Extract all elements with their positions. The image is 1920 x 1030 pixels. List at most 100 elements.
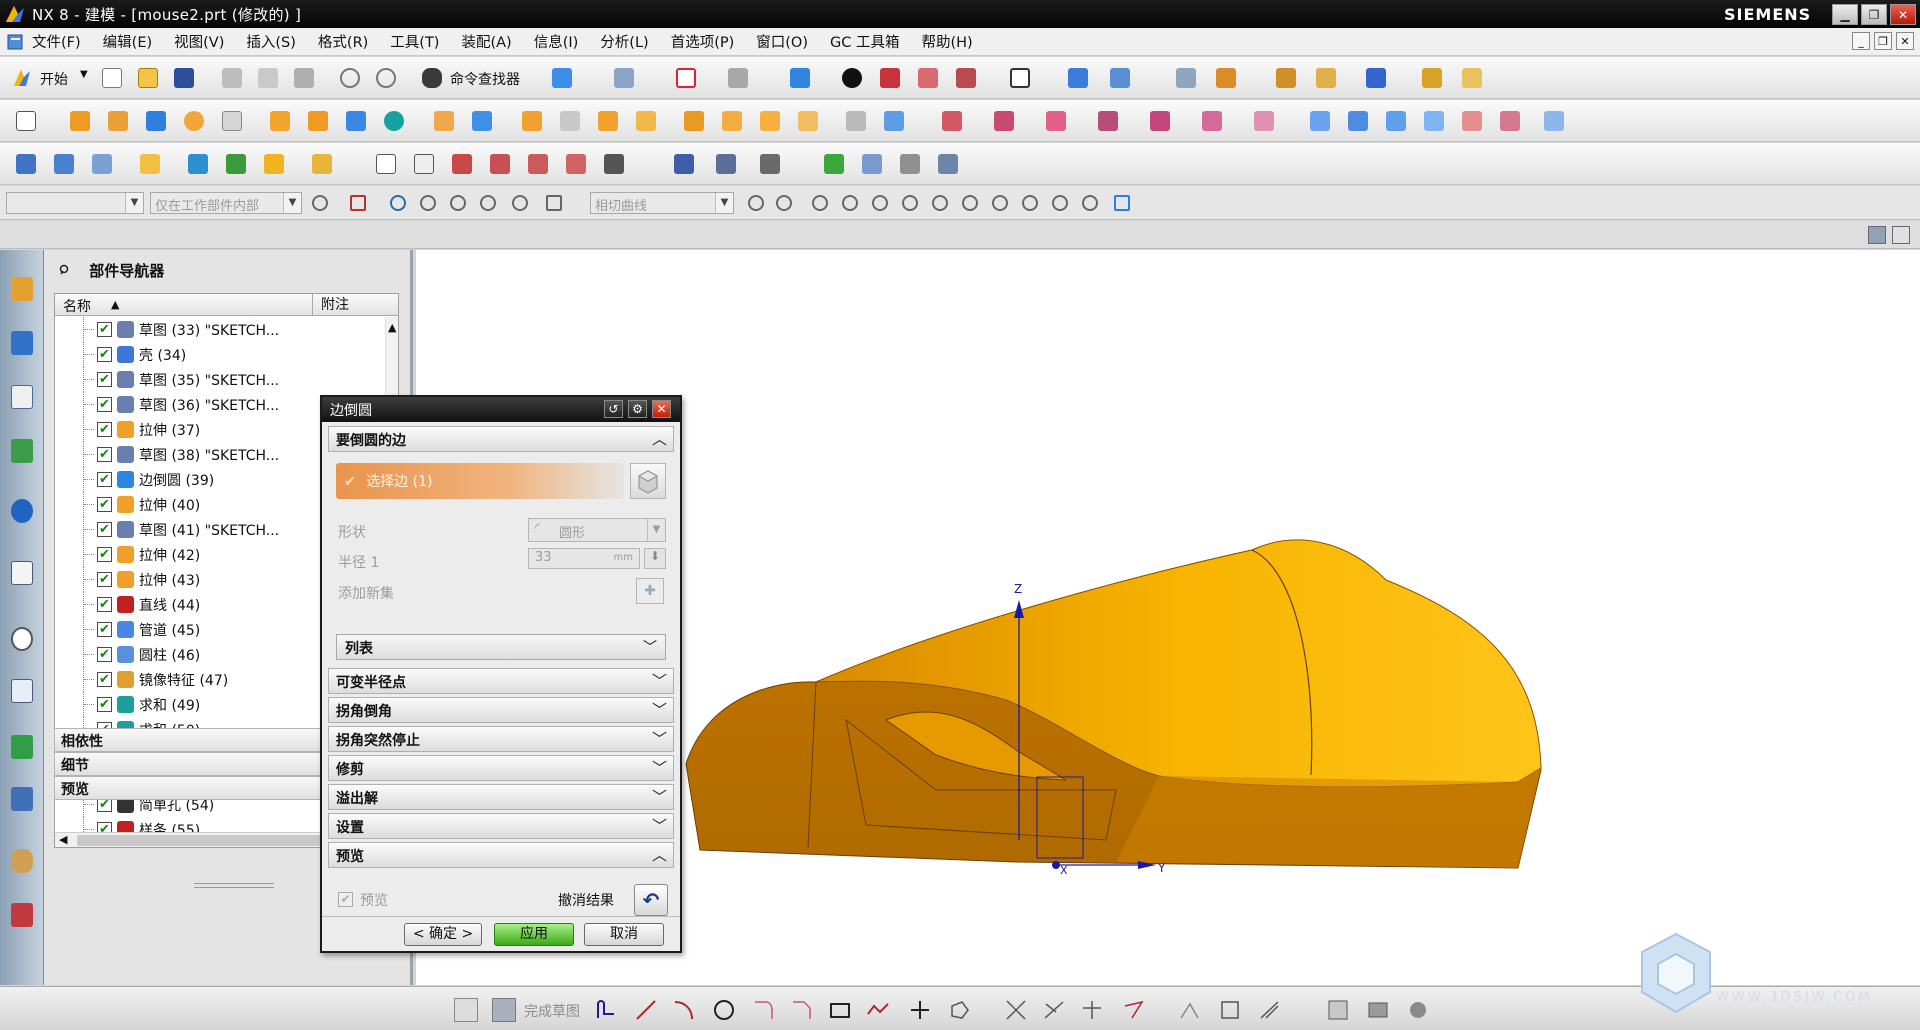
menu-insert[interactable]: 插入(S) [246,31,296,52]
attribute-button[interactable] [260,150,288,178]
clock-tab[interactable] [7,620,37,658]
dimension-icon[interactable] [1218,998,1242,1022]
shaded-cube-button[interactable] [786,64,814,92]
resize-blend-button[interactable] [1146,107,1174,135]
grid-view-icon[interactable] [1868,226,1886,244]
reflection-button[interactable] [486,150,514,178]
dialog-close-button[interactable]: ✕ [652,400,671,418]
model-compare-button[interactable] [858,150,886,178]
mirror-button[interactable] [718,107,746,135]
visibility-checkbox[interactable]: ✔ [97,672,112,687]
panel-splitter[interactable] [194,883,274,888]
arrow-filter-icon[interactable] [390,195,406,211]
cut-button[interactable] [218,64,246,92]
copy-button[interactable] [254,64,282,92]
shell-button[interactable] [468,107,496,135]
render-style-button[interactable] [838,64,866,92]
column-name[interactable]: 名称 [63,296,91,316]
snap-tangent-icon[interactable] [932,195,948,211]
redo-button[interactable] [372,64,400,92]
tangent-filter-icon[interactable] [480,195,496,211]
snap-intersection-icon[interactable] [902,195,918,211]
type-filter-select[interactable]: ▼ [6,192,144,214]
face-blend-button[interactable] [756,107,784,135]
trim-body-button[interactable] [556,107,584,135]
scroll-left-icon[interactable]: ◀ [59,833,67,846]
snap-control-point-icon[interactable] [872,195,888,211]
offset-face-button[interactable] [632,107,660,135]
n-sided-button[interactable] [1458,107,1486,135]
relations-browser-icon[interactable] [1366,998,1390,1022]
deviation-button[interactable] [600,150,628,178]
menu-window[interactable]: 窗口(O) [756,31,808,52]
sync-move-button[interactable] [938,107,966,135]
split-body-button[interactable] [594,107,622,135]
delete-face-button[interactable] [1094,107,1122,135]
visibility-checkbox[interactable]: ✔ [97,447,112,462]
cube-filter-icon[interactable] [1114,195,1130,211]
menu-gc-toolbox[interactable]: GC 工具箱 [830,31,899,52]
pin-icon[interactable] [58,264,70,276]
ruler-button[interactable] [1418,64,1446,92]
sketch-task-icon[interactable] [454,998,478,1022]
menu-information[interactable]: 信息(I) [534,31,579,52]
through-mesh-button[interactable] [1344,107,1372,135]
visibility-checkbox[interactable]: ✔ [97,697,112,712]
sync-offset-button[interactable] [990,107,1018,135]
quick-trim-icon[interactable] [1004,998,1028,1022]
snap-midpoint-icon[interactable] [842,195,858,211]
datum-csys-button[interactable] [1212,64,1240,92]
expression-button[interactable] [136,150,164,178]
ok-button[interactable]: < 确定 > [404,923,482,946]
command-finder-label[interactable]: 命令查找器 [450,69,520,89]
draft-button[interactable] [518,107,546,135]
subtract-button[interactable] [304,107,332,135]
undo-button[interactable] [336,64,364,92]
visibility-checkbox[interactable]: ✔ [97,322,112,337]
history-tab[interactable] [7,554,37,592]
point-icon[interactable] [908,998,932,1022]
menu-format[interactable]: 格式(R) [318,31,368,52]
radius-input[interactable]: 33 mm [528,548,640,569]
undo-result-button[interactable]: ↶ [634,884,668,916]
extrude-button[interactable] [66,107,94,135]
polygon-icon[interactable] [866,998,890,1022]
finish-sketch-icon[interactable] [492,998,516,1022]
shape-select[interactable]: ◜ 圆形 ▼ [528,518,666,542]
edge-display-button[interactable] [876,64,904,92]
menu-view[interactable]: 视图(V) [174,31,224,52]
visibility-checkbox[interactable]: ✔ [97,472,112,487]
circle-icon[interactable] [712,998,736,1022]
profile-icon[interactable] [594,998,618,1022]
studio-surface-button[interactable] [1540,107,1568,135]
section-view-button[interactable] [952,64,980,92]
edge-selection-cube-button[interactable] [630,463,666,499]
sew-button[interactable] [794,107,822,135]
auto-constraint-icon[interactable] [1178,998,1202,1022]
curve-rule-select[interactable]: 相切曲线 ▼ [590,192,734,214]
fillet-icon[interactable] [752,998,776,1022]
boss-button[interactable] [218,107,246,135]
unite-button[interactable] [266,107,294,135]
web-browser-tab[interactable] [7,492,37,530]
wave-button[interactable] [222,150,250,178]
stop-at-intersection-icon[interactable] [748,195,764,211]
visibility-checkbox[interactable]: ✔ [97,572,112,587]
part-button[interactable] [548,64,576,92]
minimize-button[interactable]: ▁ [1832,4,1858,25]
visibility-checkbox[interactable]: ✔ [97,347,112,362]
column-note[interactable]: 附注 [312,294,349,316]
menu-tools[interactable]: 工具(T) [390,31,439,52]
start-label[interactable]: 开始 [40,69,68,89]
follow-fillet-icon[interactable] [776,195,792,211]
variable-radius-group[interactable]: 可变半径点 ﹀ [328,668,674,694]
menu-file[interactable]: 文件(F) [32,31,81,52]
preview-group[interactable]: 预览 ︿ [328,842,674,868]
snap-bounded-icon[interactable] [1082,195,1098,211]
groove-face-button[interactable] [1198,107,1226,135]
stop-short-group[interactable]: 拐角突然停止 ﹀ [328,726,674,752]
radius-analysis-button[interactable] [562,150,590,178]
new-file-button[interactable] [98,64,126,92]
move-button[interactable] [1362,64,1390,92]
replace-face-button[interactable] [1042,107,1070,135]
